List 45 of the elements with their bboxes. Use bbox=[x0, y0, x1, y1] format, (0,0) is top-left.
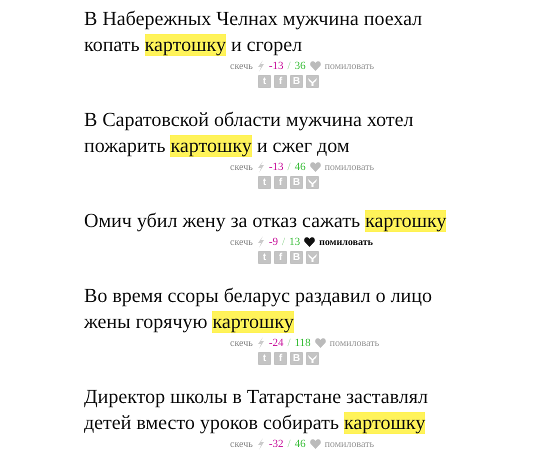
separator: / bbox=[288, 438, 291, 450]
pardon-link[interactable]: помиловать bbox=[324, 438, 374, 450]
burn-link[interactable]: скечь bbox=[230, 162, 253, 172]
plus-count: 46 bbox=[294, 161, 306, 173]
post-title[interactable]: В Набережных Челнах мужчина поехал копать картошку и сгорел bbox=[84, 6, 544, 58]
share-button[interactable]: t bbox=[258, 176, 271, 189]
share-button[interactable]: f bbox=[274, 352, 287, 365]
plus-count: 36 bbox=[294, 60, 306, 72]
burn-link[interactable]: скечь bbox=[230, 438, 253, 450]
pardon-link[interactable]: помиловать bbox=[319, 236, 373, 248]
lightning-icon bbox=[256, 438, 265, 450]
pardon-link[interactable]: помиловать bbox=[324, 60, 374, 72]
lightning-icon bbox=[256, 60, 265, 72]
separator: / bbox=[282, 236, 286, 248]
plus-count: 46 bbox=[294, 438, 306, 450]
post-title[interactable]: В Саратовской области мужчина хотел пожарить картошку и сжег дом bbox=[84, 107, 544, 159]
separator: / bbox=[288, 60, 291, 72]
share-button[interactable]: B bbox=[290, 352, 303, 365]
minus-count: -13 bbox=[268, 161, 284, 173]
share-button[interactable]: t bbox=[258, 75, 271, 88]
share-button[interactable]: t bbox=[258, 251, 271, 264]
share-button[interactable]: t bbox=[258, 352, 271, 365]
lightning-icon bbox=[256, 337, 265, 349]
share-button[interactable]: f bbox=[274, 251, 287, 264]
separator: / bbox=[288, 337, 291, 349]
burn-link[interactable]: скечь bbox=[230, 236, 253, 248]
lightning-icon bbox=[256, 236, 265, 248]
post-title[interactable]: Во время ссоры беларус раздавил о лицо жены горячую картошку bbox=[84, 283, 544, 335]
pardon-link[interactable]: помиловать bbox=[330, 338, 380, 348]
minus-count: -13 bbox=[268, 60, 284, 72]
separator: / bbox=[288, 161, 291, 173]
plus-count: 13 bbox=[289, 236, 300, 248]
share-button[interactable]: B bbox=[290, 176, 303, 189]
burn-link[interactable]: скечь bbox=[230, 338, 253, 348]
burn-link[interactable]: скечь bbox=[230, 60, 253, 72]
lightning-icon bbox=[256, 161, 265, 173]
minus-count: -32 bbox=[268, 438, 284, 450]
share-button[interactable]: B bbox=[290, 251, 303, 264]
share-button[interactable]: B bbox=[290, 75, 303, 88]
share-button[interactable]: f bbox=[274, 176, 287, 189]
plus-count: 118 bbox=[294, 337, 311, 349]
pardon-link[interactable]: помиловать bbox=[324, 162, 374, 172]
share-button[interactable]: f bbox=[274, 75, 287, 88]
minus-count: -9 bbox=[268, 236, 278, 248]
minus-count: -24 bbox=[268, 337, 284, 349]
